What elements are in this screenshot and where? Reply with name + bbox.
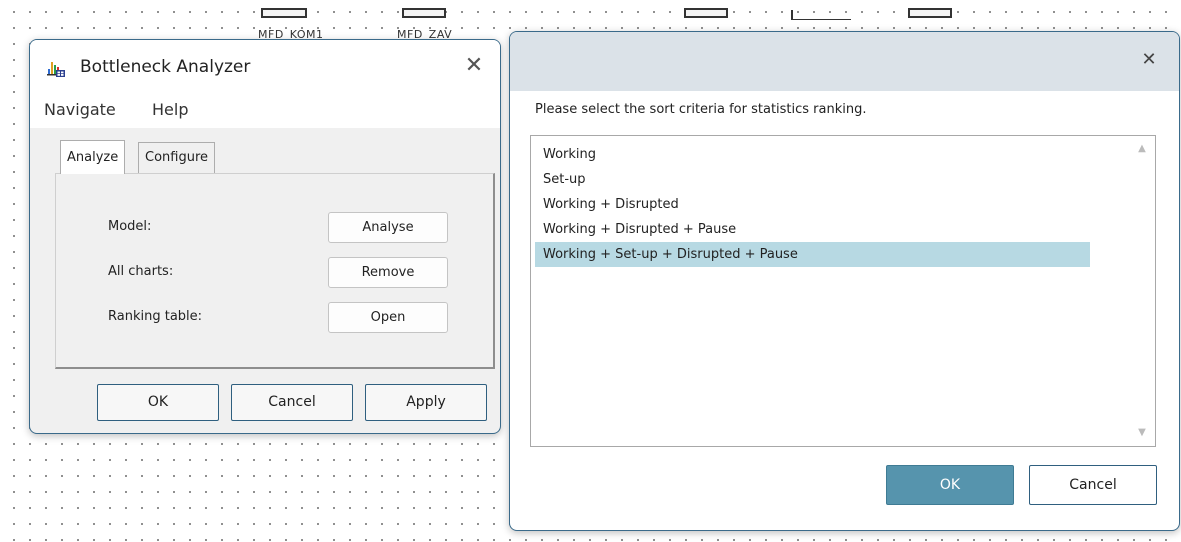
list-item[interactable]: Working + Disrupted (535, 192, 1090, 217)
model-label: Model: (108, 219, 152, 234)
sort-criteria-list[interactable]: Working Set-up Working + Disrupted Worki… (530, 135, 1156, 447)
analyze-tab-panel: Model: Analyse All charts: Remove Rankin… (55, 173, 495, 369)
scroll-down-icon[interactable]: ▼ (1135, 428, 1149, 438)
bottleneck-analyzer-app-icon (47, 62, 65, 77)
close-icon[interactable]: ✕ (462, 54, 486, 78)
analyse-button[interactable]: Analyse (328, 212, 448, 243)
tab-analyze[interactable]: Analyze (60, 140, 126, 174)
sort-criteria-dialog: ✕ Please select the sort criteria for st… (509, 31, 1180, 531)
title-bar[interactable]: ✕ (510, 32, 1179, 91)
list-item[interactable]: Working + Set-up + Disrupted + Pause (535, 242, 1090, 267)
ok-button[interactable]: OK (886, 465, 1014, 505)
sort-prompt-text: Please select the sort criteria for stat… (535, 102, 867, 117)
scroll-up-icon[interactable]: ▲ (1135, 144, 1149, 154)
window-title: Bottleneck Analyzer (80, 57, 251, 77)
cancel-button[interactable]: Cancel (1029, 465, 1157, 505)
all-charts-label: All charts: (108, 264, 174, 279)
tab-configure[interactable]: Configure (138, 142, 216, 174)
remove-button[interactable]: Remove (328, 257, 448, 288)
bottleneck-analyzer-window: Bottleneck Analyzer ✕ Navigate Help Anal… (29, 39, 501, 434)
canvas-connector (791, 10, 851, 20)
ranking-table-label: Ranking table: (108, 309, 203, 324)
ok-button[interactable]: OK (97, 384, 219, 421)
list-item[interactable]: Set-up (535, 167, 1090, 192)
canvas-object[interactable] (402, 8, 446, 18)
open-button[interactable]: Open (328, 302, 448, 333)
apply-button[interactable]: Apply (365, 384, 487, 421)
menu-navigate[interactable]: Navigate (44, 100, 116, 119)
list-item[interactable]: Working (535, 142, 1090, 167)
canvas-object[interactable] (684, 8, 728, 18)
menu-bar: Navigate Help (30, 94, 500, 128)
canvas-object[interactable] (261, 8, 307, 18)
close-icon[interactable]: ✕ (1137, 48, 1161, 72)
list-item[interactable]: Working + Disrupted + Pause (535, 217, 1090, 242)
cancel-button[interactable]: Cancel (231, 384, 353, 421)
menu-help[interactable]: Help (152, 100, 188, 119)
canvas-object[interactable] (908, 8, 952, 18)
title-bar[interactable]: Bottleneck Analyzer ✕ (30, 40, 500, 94)
